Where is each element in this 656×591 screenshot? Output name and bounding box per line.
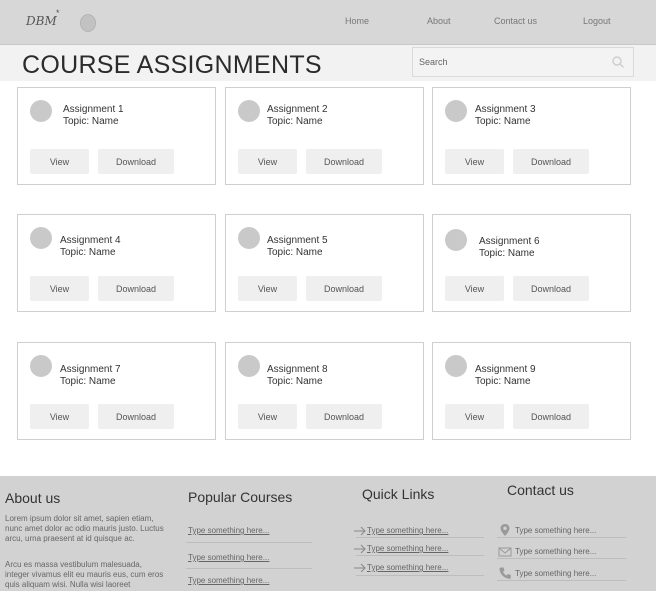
phone-icon [499,567,511,579]
download-button[interactable]: Download [306,276,382,301]
assignment-card-9: Assignment 9 Topic: Name View Download [432,342,631,440]
download-button[interactable]: Download [98,276,174,301]
download-button[interactable]: Download [98,404,174,429]
view-button[interactable]: View [445,276,504,301]
footer-quicklinks-title: Quick Links [362,486,435,502]
assignment-card-5: Assignment 5 Topic: Name View Download [225,214,424,312]
assignment-name: Assignment 2 [267,104,328,115]
logo-mark: * [56,8,60,18]
divider [497,537,626,538]
assignment-topic: Topic: Name [60,247,116,258]
view-button[interactable]: View [238,276,297,301]
mail-icon [498,547,512,557]
popular-course-link[interactable]: Type something here... [188,576,269,585]
assignment-card-6: Assignment 6 Topic: Name View Download [432,214,631,312]
assignment-name: Assignment 3 [475,104,536,115]
assignment-avatar [238,100,260,122]
divider [356,555,484,556]
arrow-right-icon [354,526,366,536]
assignment-avatar [238,227,260,249]
view-button[interactable]: View [30,404,89,429]
search-input[interactable] [419,55,599,69]
assignment-name: Assignment 9 [475,364,536,375]
assignment-avatar [445,355,467,377]
top-navbar: DBM * Home About Contact us Logout [0,0,656,45]
assignment-card-1: Assignment 1 Topic: Name View Download [17,87,216,185]
divider [186,568,312,569]
assignment-topic: Topic: Name [60,376,116,387]
nav-about[interactable]: About [427,16,451,26]
view-button[interactable]: View [30,276,89,301]
contact-phone: Type something here... [515,569,597,578]
divider [356,575,484,576]
view-button[interactable]: View [238,404,297,429]
assignment-name: Assignment 7 [60,364,121,375]
view-button[interactable]: View [30,149,89,174]
assignment-topic: Topic: Name [267,247,323,258]
assignment-topic: Topic: Name [475,116,531,127]
assignment-name: Assignment 5 [267,235,328,246]
assignment-avatar [30,100,52,122]
footer-about-paragraph: Lorem ipsum dolor sit amet, sapien etiam… [5,514,164,543]
assignment-avatar [238,355,260,377]
assignment-avatar [30,227,52,249]
assignment-name: Assignment 8 [267,364,328,375]
map-pin-icon [500,524,510,536]
assignment-card-2: Assignment 2 Topic: Name View Download [225,87,424,185]
nav-logout[interactable]: Logout [583,16,611,26]
search-box [412,47,634,77]
popular-course-link[interactable]: Type something here... [188,553,269,562]
assignment-card-7: Assignment 7 Topic: Name View Download [17,342,216,440]
view-button[interactable]: View [238,149,297,174]
divider [356,537,484,538]
assignment-topic: Topic: Name [267,376,323,387]
download-button[interactable]: Download [306,149,382,174]
footer-popular-title: Popular Courses [188,489,293,505]
logo[interactable]: DBM [26,14,57,28]
popular-course-link[interactable]: Type something here... [188,526,269,535]
title-bar: COURSE ASSIGNMENTS [0,45,656,81]
quick-link[interactable]: Type something here... [367,544,448,553]
assignment-topic: Topic: Name [479,248,535,259]
arrow-right-icon [354,563,366,573]
user-avatar[interactable] [80,14,96,32]
quick-link[interactable]: Type something here... [367,526,448,535]
assignment-name: Assignment 4 [60,235,121,246]
view-button[interactable]: View [445,149,504,174]
assignment-name: Assignment 1 [63,104,124,115]
contact-email: Type something here... [515,547,597,556]
download-button[interactable]: Download [98,149,174,174]
assignment-topic: Topic: Name [267,116,323,127]
nav-home[interactable]: Home [345,16,369,26]
assignment-card-3: Assignment 3 Topic: Name View Download [432,87,631,185]
assignment-name: Assignment 6 [479,236,540,247]
footer-contact-title: Contact us [507,482,574,498]
footer: About us Lorem ipsum dolor sit amet, sap… [0,476,656,591]
nav-contact-us[interactable]: Contact us [494,16,537,26]
download-button[interactable]: Download [306,404,382,429]
arrow-right-icon [354,544,366,554]
download-button[interactable]: Download [513,149,589,174]
assignment-topic: Topic: Name [63,116,119,127]
assignment-avatar [30,355,52,377]
divider [497,558,626,559]
page-title: COURSE ASSIGNMENTS [22,51,322,79]
footer-about-paragraph: Arcu es massa vestibulum malesuada, inte… [5,560,164,589]
view-button[interactable]: View [445,404,504,429]
assignment-card-8: Assignment 8 Topic: Name View Download [225,342,424,440]
assignment-topic: Topic: Name [475,376,531,387]
download-button[interactable]: Download [513,276,589,301]
assignment-card-4: Assignment 4 Topic: Name View Download [17,214,216,312]
footer-about-title: About us [5,490,61,506]
contact-address: Type something here... [515,526,597,535]
search-icon[interactable] [611,55,625,69]
divider [186,542,312,543]
assignment-avatar [445,100,467,122]
download-button[interactable]: Download [513,404,589,429]
quick-link[interactable]: Type something here... [367,563,448,572]
assignment-avatar [445,229,467,251]
divider [497,580,626,581]
